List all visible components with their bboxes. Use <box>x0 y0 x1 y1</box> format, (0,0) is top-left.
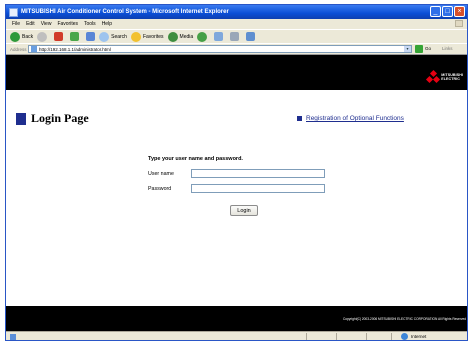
status-divider <box>306 333 307 340</box>
registration-link[interactable]: Registration of Optional Functions <box>306 115 404 122</box>
window-title: MITSUBISHI Air Conditioner Control Syste… <box>21 9 229 15</box>
search-label: Search <box>111 33 127 40</box>
maximize-button[interactable]: □ <box>442 6 453 17</box>
menu-tools[interactable]: Tools <box>84 21 96 27</box>
zone-label: Internet <box>411 334 427 339</box>
media-label: Media <box>179 33 194 40</box>
footer-band: Copyright(C) 2003-2006 MITSUBISHI ELECTR… <box>6 306 467 331</box>
window-controls: _ □ × <box>430 6 465 17</box>
page-icon <box>31 46 37 52</box>
globe-icon <box>401 333 408 340</box>
media-button[interactable]: Media <box>167 31 194 43</box>
page-done-icon <box>10 334 16 340</box>
stop-icon <box>54 32 64 41</box>
print-button[interactable] <box>227 31 240 43</box>
registration-link-block: Registration of Optional Functions <box>297 115 404 122</box>
edit-icon <box>246 32 256 41</box>
address-bar: Address http://192.168.1.1/administrator… <box>6 43 467 54</box>
go-arrow-icon[interactable] <box>415 45 423 53</box>
mail-icon <box>214 32 224 41</box>
three-diamonds-icon <box>426 69 441 83</box>
back-button[interactable]: Back <box>10 31 33 43</box>
print-icon <box>230 32 240 41</box>
forward-button[interactable] <box>37 31 48 43</box>
favorites-star-icon <box>130 31 141 42</box>
menu-favorites[interactable]: Favorites <box>57 21 78 27</box>
forward-arrow-icon <box>37 31 48 42</box>
menu-file[interactable]: File <box>12 21 20 27</box>
history-icon <box>197 31 208 42</box>
close-button[interactable]: × <box>454 6 465 17</box>
status-bar: Internet <box>6 331 467 340</box>
minimize-button[interactable]: _ <box>430 6 441 17</box>
username-label: User name <box>148 170 174 177</box>
username-row: User name <box>148 169 325 178</box>
login-prompt: Type your user name and password. <box>148 156 243 162</box>
history-button[interactable] <box>197 31 208 43</box>
page-heading: Login Page <box>16 111 89 126</box>
links-button[interactable]: Links <box>442 46 453 51</box>
brand-text: MITSUBISHI ELECTRIC <box>441 73 463 81</box>
home-button[interactable] <box>83 31 96 43</box>
brand-line-1: MITSUBISHI <box>441 72 463 77</box>
ie-app-icon <box>9 7 18 17</box>
menu-view[interactable]: View <box>41 21 52 27</box>
address-label: Address <box>10 46 27 52</box>
search-button[interactable]: Search <box>99 31 127 43</box>
status-divider <box>366 333 367 340</box>
password-input[interactable] <box>191 184 325 193</box>
menu-bar: File Edit View Favorites Tools Help <box>6 19 467 29</box>
browser-window: MITSUBISHI Air Conditioner Control Syste… <box>5 4 468 341</box>
copyright-text: Copyright(C) 2003-2006 MITSUBISHI ELECTR… <box>342 317 466 321</box>
windows-flag-icon <box>455 20 463 27</box>
refresh-icon <box>70 32 80 41</box>
password-label: Password <box>148 185 172 192</box>
status-divider <box>336 333 337 340</box>
toolbar: Back Search Favorites Media <box>6 29 467 43</box>
link-square-icon <box>297 116 302 121</box>
address-url: http://192.168.1.1/administrator.html <box>39 46 111 52</box>
address-input[interactable]: http://192.168.1.1/administrator.html ▾ <box>28 45 412 53</box>
title-bar: MITSUBISHI Air Conditioner Control Syste… <box>6 5 467 19</box>
refresh-button[interactable] <box>67 31 80 43</box>
back-label: Back <box>22 33 34 40</box>
brand-line-2: ELECTRIC <box>441 76 461 81</box>
header-band: MITSUBISHI ELECTRIC <box>6 55 467 90</box>
stop-button[interactable] <box>51 31 64 43</box>
home-icon <box>86 32 96 41</box>
title-square-icon <box>16 112 26 125</box>
page-title: Login Page <box>31 111 89 125</box>
security-zone: Internet <box>398 333 426 340</box>
go-button[interactable]: Go <box>425 46 431 51</box>
menu-help[interactable]: Help <box>102 21 112 27</box>
menu-edit[interactable]: Edit <box>26 21 35 27</box>
edit-button[interactable] <box>243 31 256 43</box>
page-content: MITSUBISHI ELECTRIC Login Page Registrat… <box>6 54 467 331</box>
favorites-button[interactable]: Favorites <box>130 31 164 43</box>
status-divider <box>391 333 392 340</box>
back-arrow-icon <box>10 31 20 42</box>
address-dropdown-icon[interactable]: ▾ <box>404 46 411 52</box>
login-button[interactable]: Login <box>230 205 258 216</box>
media-icon <box>167 31 178 42</box>
mail-button[interactable] <box>211 31 224 43</box>
favorites-label: Favorites <box>142 33 164 40</box>
search-icon <box>99 31 110 42</box>
password-row: Password <box>148 184 325 193</box>
mitsubishi-logo: MITSUBISHI ELECTRIC <box>426 69 463 83</box>
username-input[interactable] <box>191 169 325 178</box>
